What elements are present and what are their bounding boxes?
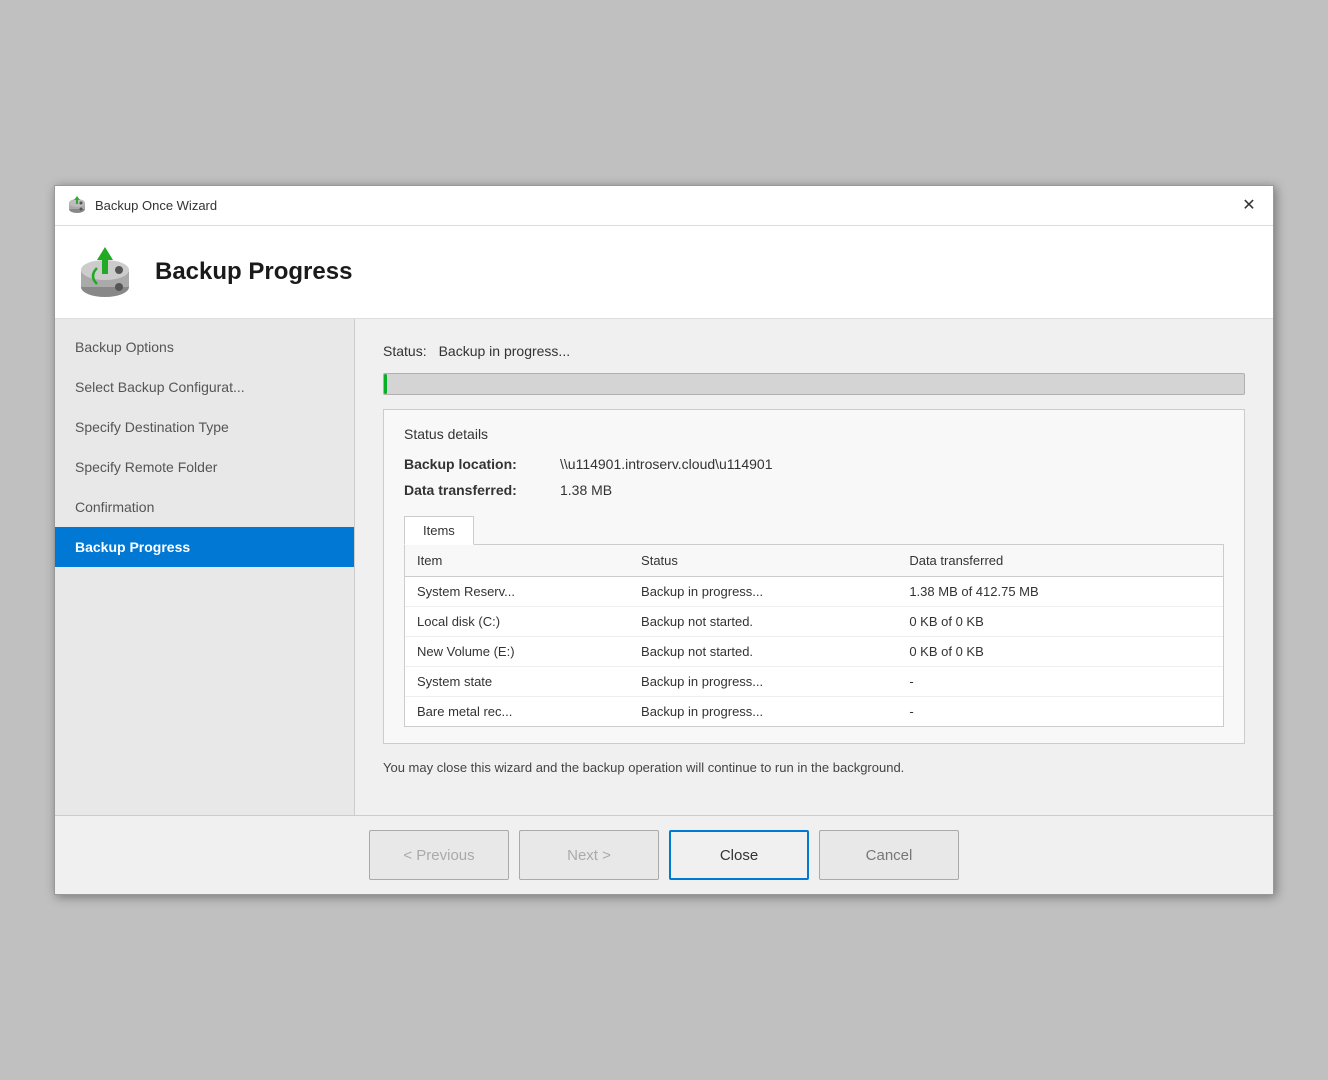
cell-extra-4 (1179, 696, 1223, 726)
status-value: Backup in progress... (439, 343, 571, 359)
table-row: Local disk (C:)Backup not started.0 KB o… (405, 606, 1223, 636)
app-icon (67, 195, 87, 215)
next-button[interactable]: Next > (519, 830, 659, 880)
table-row: Bare metal rec...Backup in progress...- (405, 696, 1223, 726)
notice-text: You may close this wizard and the backup… (383, 758, 1245, 778)
wizard-window: Backup Once Wizard ✕ Backup Progress Bac… (54, 185, 1274, 896)
table-row: System Reserv...Backup in progress...1.3… (405, 576, 1223, 606)
cell-extra-1 (1179, 606, 1223, 636)
progress-bar-container (383, 373, 1245, 395)
col-header-status: Status (629, 545, 897, 577)
page-title: Backup Progress (155, 258, 352, 286)
tab-items[interactable]: Items (404, 516, 474, 545)
cell-item-4: Bare metal rec... (405, 696, 629, 726)
cell-extra-2 (1179, 636, 1223, 666)
cell-status-0: Backup in progress... (629, 576, 897, 606)
close-button[interactable]: Close (669, 830, 809, 880)
status-row: Status: Backup in progress... (383, 343, 1245, 359)
items-table: Item Status Data transferred System Rese… (405, 545, 1223, 726)
backup-location-value: \\u114901.introserv.cloud\u114901 (560, 456, 773, 472)
data-transferred-value: 1.38 MB (560, 482, 612, 498)
status-details-box: Status details Backup location: \\u11490… (383, 409, 1245, 744)
cell-status-1: Backup not started. (629, 606, 897, 636)
cell-status-4: Backup in progress... (629, 696, 897, 726)
title-bar: Backup Once Wizard ✕ (55, 186, 1273, 226)
cell-item-1: Local disk (C:) (405, 606, 629, 636)
cell-item-0: System Reserv... (405, 576, 629, 606)
sidebar-item-confirmation[interactable]: Confirmation (55, 487, 354, 527)
main-area: Backup Options Select Backup Configurat.… (55, 319, 1273, 816)
content-area: Status: Backup in progress... Status det… (355, 319, 1273, 816)
header-backup-icon (75, 242, 135, 302)
data-transferred-label: Data transferred: (404, 482, 544, 498)
cell-data-3: - (897, 666, 1179, 696)
progress-bar-fill (384, 374, 387, 394)
cell-data-0: 1.38 MB of 412.75 MB (897, 576, 1179, 606)
cell-data-4: - (897, 696, 1179, 726)
sidebar-item-specify-destination-type[interactable]: Specify Destination Type (55, 407, 354, 447)
status-label: Status: (383, 343, 427, 359)
cell-status-2: Backup not started. (629, 636, 897, 666)
previous-button[interactable]: < Previous (369, 830, 509, 880)
cell-extra-0 (1179, 576, 1223, 606)
cell-item-2: New Volume (E:) (405, 636, 629, 666)
cell-data-1: 0 KB of 0 KB (897, 606, 1179, 636)
footer: < Previous Next > Close Cancel (55, 815, 1273, 894)
cell-status-3: Backup in progress... (629, 666, 897, 696)
col-header-extra (1179, 545, 1223, 577)
data-transferred-row: Data transferred: 1.38 MB (404, 482, 1224, 498)
table-row: System stateBackup in progress...- (405, 666, 1223, 696)
window-title: Backup Once Wizard (95, 198, 217, 213)
sidebar-item-backup-options[interactable]: Backup Options (55, 327, 354, 367)
sidebar-item-select-backup-config[interactable]: Select Backup Configurat... (55, 367, 354, 407)
backup-location-row: Backup location: \\u114901.introserv.clo… (404, 456, 1224, 472)
sidebar: Backup Options Select Backup Configurat.… (55, 319, 355, 816)
window-close-button[interactable]: ✕ (1237, 193, 1261, 217)
cancel-button[interactable]: Cancel (819, 830, 959, 880)
tabs-container: Items Item Status Data transferred (404, 516, 1224, 727)
title-bar-left: Backup Once Wizard (67, 195, 217, 215)
tab-content-items: Item Status Data transferred System Rese… (404, 544, 1224, 727)
col-header-item: Item (405, 545, 629, 577)
backup-location-label: Backup location: (404, 456, 544, 472)
sidebar-item-backup-progress[interactable]: Backup Progress (55, 527, 354, 567)
col-header-data-transferred: Data transferred (897, 545, 1179, 577)
cell-item-3: System state (405, 666, 629, 696)
tab-header: Items (404, 516, 1224, 545)
status-details-title: Status details (404, 426, 1224, 442)
cell-data-2: 0 KB of 0 KB (897, 636, 1179, 666)
table-row: New Volume (E:)Backup not started.0 KB o… (405, 636, 1223, 666)
sidebar-item-specify-remote-folder[interactable]: Specify Remote Folder (55, 447, 354, 487)
header-area: Backup Progress (55, 226, 1273, 319)
cell-extra-3 (1179, 666, 1223, 696)
